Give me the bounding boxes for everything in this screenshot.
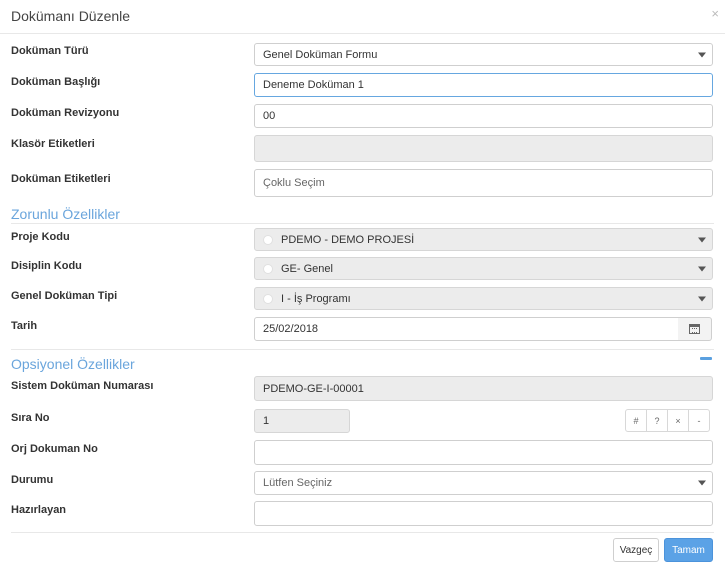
system-doc-no-value: PDEMO-GE-I-00001 (263, 382, 364, 395)
dialog-title: Dokümanı Düzenle (11, 8, 131, 24)
status-placeholder: Lütfen Seçiniz (263, 477, 333, 489)
close-icon[interactable]: × (711, 6, 719, 21)
ok-button[interactable]: Tamam (664, 538, 713, 562)
required-section-heading: Zorunlu Özellikler (11, 206, 120, 222)
hash-button[interactable]: # (625, 409, 647, 432)
discipline-code-select[interactable]: GE- Genel (254, 257, 713, 280)
calendar-button[interactable] (678, 317, 712, 341)
general-doc-type-select[interactable]: I - İş Programı (254, 287, 713, 310)
doc-type-select[interactable]: Genel Doküman Formu (254, 43, 713, 66)
project-code-value: PDEMO - DEMO PROJESİ (281, 233, 415, 246)
doc-revision-value: 00 (263, 110, 276, 122)
date-label: Tarih (11, 320, 38, 332)
chevron-down-icon (698, 296, 706, 301)
sequence-button-group: # ? × - (625, 409, 710, 432)
chevron-down-icon (698, 52, 706, 57)
chevron-down-icon (698, 480, 706, 486)
prepared-by-label: Hazırlayan (11, 504, 67, 516)
footer-divider (11, 532, 714, 533)
orig-doc-no-input[interactable] (254, 440, 713, 465)
date-value: 25/02/2018 (263, 323, 319, 335)
chevron-down-icon (698, 266, 706, 271)
project-code-label: Proje Kodu (11, 231, 70, 243)
doc-type-value: Genel Doküman Formu (263, 48, 378, 61)
doc-type-label: Doküman Türü (11, 45, 89, 57)
radio-icon (263, 293, 273, 304)
calendar-icon (689, 324, 700, 334)
radio-icon (263, 263, 273, 274)
folder-tags-input (254, 135, 713, 162)
help-button[interactable]: ? (646, 409, 668, 432)
status-label: Durumu (11, 474, 54, 486)
optional-section-heading: Opsiyonel Özellikler (11, 356, 135, 372)
discipline-code-value: GE- Genel (281, 262, 333, 275)
clear-button[interactable]: × (667, 409, 689, 432)
doc-tags-label: Doküman Etiketleri (11, 173, 111, 185)
header-divider (0, 33, 725, 34)
minus-button[interactable]: - (688, 409, 710, 432)
doc-tags-multiselect[interactable]: Çoklu Seçim (254, 169, 713, 197)
doc-title-value: Deneme Doküman 1 (263, 79, 364, 91)
system-doc-no-label: Sistem Doküman Numarası (11, 380, 154, 392)
doc-revision-label: Doküman Revizyonu (11, 107, 120, 119)
sequence-no-value: 1 (263, 415, 270, 427)
project-code-select[interactable]: PDEMO - DEMO PROJESİ (254, 228, 713, 251)
general-doc-type-value: I - İş Programı (281, 292, 351, 305)
prepared-by-input[interactable] (254, 501, 713, 526)
chevron-down-icon (698, 237, 706, 242)
doc-revision-input[interactable]: 00 (254, 104, 713, 128)
sequence-no-label: Sıra No (11, 412, 50, 424)
discipline-code-label: Disiplin Kodu (11, 260, 82, 272)
system-doc-no-input: PDEMO-GE-I-00001 (254, 376, 713, 401)
status-select[interactable]: Lütfen Seçiniz (254, 471, 713, 495)
doc-title-label: Doküman Başlığı (11, 76, 101, 88)
radio-icon (263, 234, 273, 245)
doc-tags-placeholder: Çoklu Seçim (263, 177, 325, 189)
section-divider (11, 349, 714, 350)
folder-tags-label: Klasör Etiketleri (11, 138, 95, 150)
cancel-button[interactable]: Vazgeç (613, 538, 659, 562)
general-doc-type-label: Genel Doküman Tipi (11, 290, 118, 302)
sequence-no-input: 1 (254, 409, 350, 433)
required-section-divider (11, 223, 714, 224)
collapse-icon[interactable] (700, 357, 712, 360)
doc-title-input[interactable]: Deneme Doküman 1 (254, 73, 713, 97)
orig-doc-no-label: Orj Dokuman No (11, 443, 98, 455)
date-input[interactable]: 25/02/2018 (254, 317, 679, 341)
